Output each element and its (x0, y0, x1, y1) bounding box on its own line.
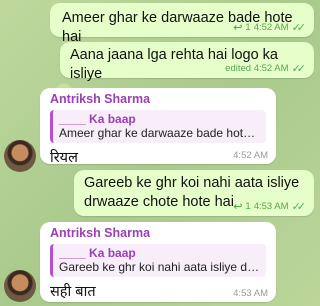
message-outgoing-3[interactable]: Gareeb ke ghr koi nahi aata isliye drwaa… (74, 170, 314, 216)
message-meta: ↩ 1 4:53 AM ✓✓ (233, 200, 306, 213)
avatar[interactable] (4, 270, 36, 302)
quote-author: ____ Ka baap (59, 246, 136, 260)
message-incoming-2[interactable]: Antriksh Sharma ____ Ka baap Gareeb ke g… (40, 222, 276, 302)
double-check-icon: ✓✓ (291, 22, 307, 34)
message-time: edited 4:52 AM (225, 63, 289, 74)
message-time: 4:53 AM (253, 201, 289, 212)
reply-quote[interactable]: ____ Ka baap Gareeb ke ghr koi nahi aata… (50, 244, 266, 277)
reply-quote[interactable]: ____ Ka baap Ameer ghar ke darwaaze bade… (50, 110, 266, 143)
quote-text: Gareeb ke ghr koi nahi aata isliye drwaa… (59, 260, 260, 274)
message-time: 4:53 AM (233, 288, 268, 299)
quote-text: Ameer ghar ke darwaaze bade hote hai (59, 126, 260, 140)
message-meta: 4:53 AM (233, 288, 268, 299)
message-meta: ↩ 1 4:52 AM ✓✓ (233, 21, 306, 34)
message-time: 4:52 AM (253, 22, 289, 33)
message-time: 4:52 AM (233, 150, 268, 161)
reply-arrow-icon: ↩ (233, 201, 243, 213)
quote-author: ____ Ka baap (59, 112, 136, 126)
message-outgoing-2[interactable]: Aana jaana lga rehta hai logo ka isliye … (60, 42, 314, 82)
sender-name[interactable]: Antriksh Sharma (50, 92, 266, 106)
message-incoming-1[interactable]: Antriksh Sharma ____ Ka baap Ameer ghar … (40, 88, 276, 166)
message-meta: 4:52 AM (233, 150, 268, 161)
message-text-line1: Gareeb ke ghr koi nahi aata isliye (84, 175, 300, 191)
reply-count: 1 (245, 22, 251, 33)
avatar[interactable] (4, 140, 36, 172)
reply-arrow-icon: ↩ (233, 22, 243, 34)
message-outgoing-1[interactable]: Ameer ghar ke darwaaze bade hote hai ↩ 1… (50, 3, 314, 45)
double-check-icon: ✓✓ (291, 63, 307, 75)
reply-count: 1 (245, 201, 251, 212)
double-check-icon: ✓✓ (291, 201, 307, 213)
sender-name[interactable]: Antriksh Sharma (50, 226, 266, 240)
message-meta: edited 4:52 AM ✓✓ (225, 62, 306, 75)
